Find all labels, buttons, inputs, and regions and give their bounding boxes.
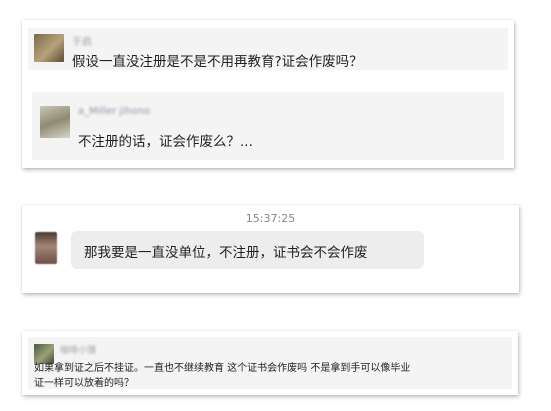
user-avatar[interactable]: [34, 34, 64, 62]
chat-card: 15:37:25 那我要是一直没单位，不注册，证书会不会作废: [22, 205, 519, 293]
comment-row: 于启 假设一直没注册是不是不用再教育?证会作废吗？: [28, 28, 508, 70]
timestamp: 15:37:25: [245, 212, 296, 225]
comment-card-3: 咖啡小馒 如果拿到证之后不挂证。一直也不继续教育 这个证书会作废吗 不是拿到手可…: [22, 331, 518, 395]
chat-bubble: 那我要是一直没单位，不注册，证书会不会作废: [71, 231, 424, 269]
username[interactable]: 于启: [72, 33, 92, 48]
reply-row: a_Miller jihono 不注册的话，证会作废么？...: [32, 92, 504, 160]
comment-text-line-2: 证一样可以放着的吗？: [34, 378, 134, 389]
user-avatar[interactable]: [35, 232, 57, 264]
chat-message: 那我要是一直没单位，不注册，证书会不会作废: [84, 245, 368, 261]
comment-text: 假设一直没注册是不是不用再教育?证会作废吗？: [72, 54, 363, 70]
reply-text: 不注册的话，证会作废么？...: [78, 134, 253, 150]
username[interactable]: a_Miller jihono: [78, 106, 150, 117]
comment-text-line-1: 如果拿到证之后不挂证。一直也不继续教育 这个证书会作废吗 不是拿到手可以像毕业: [34, 363, 411, 374]
username[interactable]: 咖啡小馒: [60, 343, 96, 356]
comment-card-1: 于启 假设一直没注册是不是不用再教育?证会作废吗？ a_Miller jihon…: [22, 20, 514, 168]
comment-row: 咖啡小馒 如果拿到证之后不挂证。一直也不继续教育 这个证书会作废吗 不是拿到手可…: [28, 337, 512, 389]
user-avatar[interactable]: [40, 106, 70, 138]
